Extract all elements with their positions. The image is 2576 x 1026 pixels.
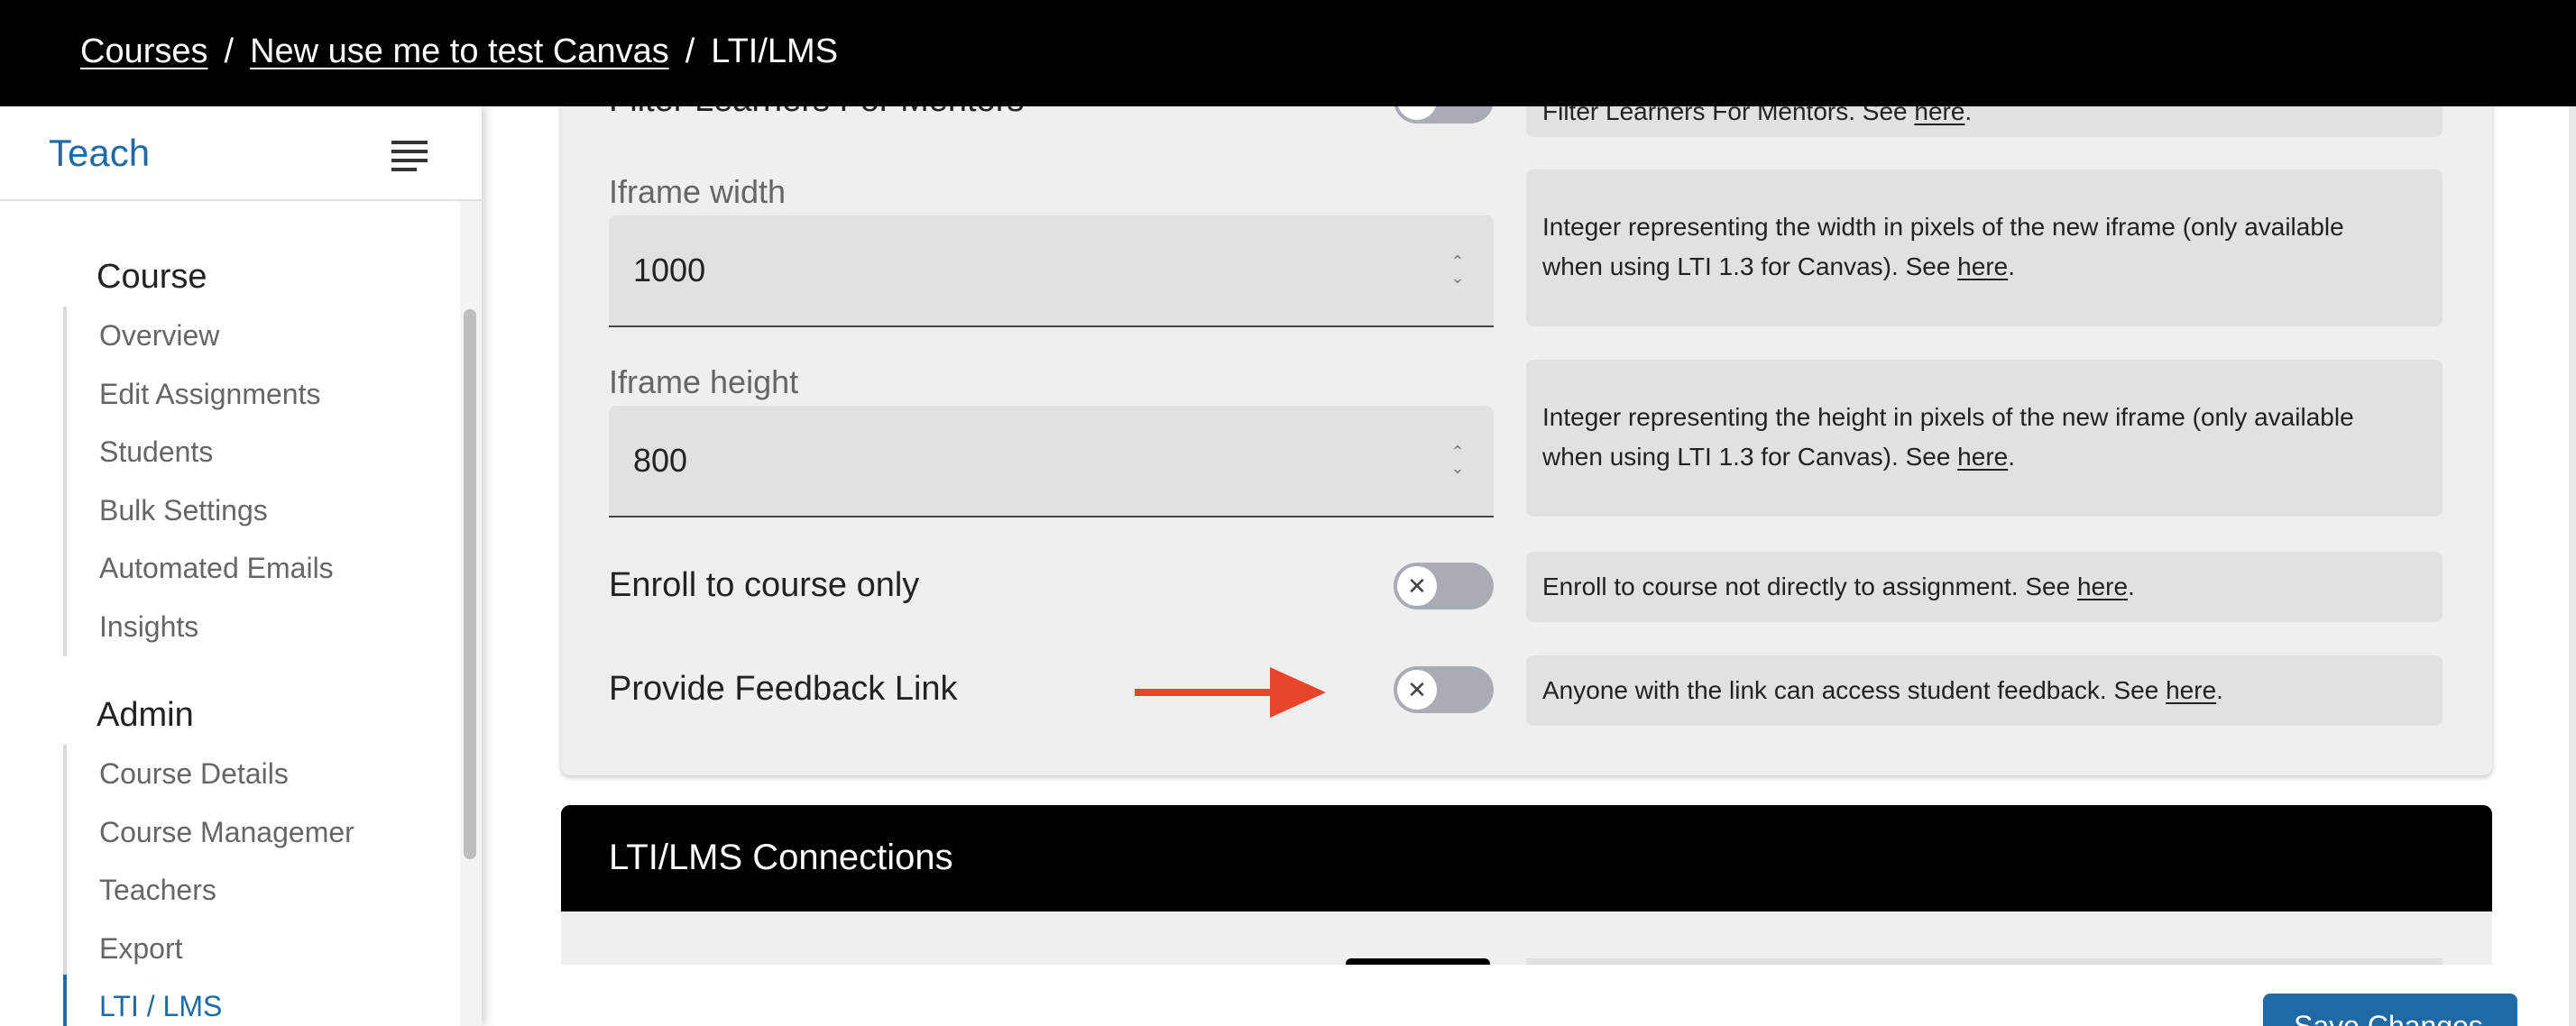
enroll-course-only-toggle[interactable]: ✕	[1394, 563, 1494, 609]
nav-group-admin: Course Details Course Managemer Teachers…	[63, 745, 442, 1026]
breadcrumb: Courses / New use me to test Canvas / LTI/LM…	[80, 32, 838, 71]
feedback-link-help: Anyone with the link can access student …	[1526, 655, 2443, 726]
iframe-width-value[interactable]: 1000	[633, 252, 705, 289]
help-text: when using LTI 1.3 for Canvas). See	[1542, 443, 1951, 471]
up-down-chevron-icon[interactable]: ⌃ ⌄	[1449, 253, 1467, 286]
sidebar-scrollbar[interactable]	[460, 201, 482, 1026]
nav-group-course: Overview Edit Assignments Students Bulk …	[63, 307, 442, 656]
iframe-width-input[interactable]: 1000 ⌃ ⌄	[609, 215, 1494, 327]
iframe-height-value[interactable]: 800	[633, 442, 687, 480]
sidebar-item-export[interactable]: Export	[67, 920, 442, 978]
enroll-course-only-label: Enroll to course only	[609, 566, 920, 604]
sidebar-title[interactable]: Teach	[49, 132, 150, 175]
iframe-height-input[interactable]: 800 ⌃ ⌄	[609, 406, 1494, 518]
red-arrow-icon	[1135, 667, 1326, 718]
sidebar-item-automated-emails[interactable]: Automated Emails	[67, 539, 442, 598]
sidebar-item-insights[interactable]: Insights	[67, 598, 442, 656]
sidebar-item-students[interactable]: Students	[67, 423, 442, 481]
top-bar: Courses / New use me to test Canvas / LTI/LM…	[0, 0, 2576, 106]
iframe-height-label: Iframe height	[609, 363, 799, 400]
iframe-height-help: Integer representing the height in pixel…	[1526, 360, 2443, 517]
sidebar-item-lti-lms[interactable]: LTI / LMS	[67, 977, 442, 1026]
section-title-admin: Admin	[97, 696, 194, 734]
feedback-link-toggle[interactable]: ✕	[1394, 666, 1494, 713]
breadcrumb-course[interactable]: New use me to test Canvas	[250, 32, 669, 70]
sidebar-header: Teach	[0, 106, 482, 201]
enroll-course-only-help: Enroll to course not directly to assignm…	[1526, 552, 2443, 622]
breadcrumb-courses[interactable]: Courses	[80, 32, 208, 70]
iframe-width-help: Integer representing the width in pixels…	[1526, 169, 2443, 326]
save-changes-button[interactable]: Save Changes	[2263, 994, 2517, 1026]
section-title-course: Course	[97, 258, 207, 296]
bottom-bar	[482, 965, 2576, 1026]
sidebar-item-course-management[interactable]: Course Managemer	[67, 803, 442, 862]
sidebar-scroll-thumb[interactable]	[464, 309, 476, 859]
lti-connections-header: LTI/LMS Connections	[561, 805, 2492, 911]
sidebar-item-overview[interactable]: Overview	[67, 307, 442, 365]
breadcrumb-separator: /	[224, 32, 235, 70]
iframe-width-help-link[interactable]: here	[1957, 252, 2008, 280]
iframe-height-help-link[interactable]: here	[1957, 443, 2008, 471]
page-scrollbar[interactable]	[2569, 106, 2576, 1026]
help-text: Integer representing the height in pixel…	[1542, 403, 2354, 431]
menu-lines-icon[interactable]	[391, 141, 428, 171]
sidebar-item-course-details[interactable]: Course Details	[67, 745, 442, 803]
feedback-link-help-link[interactable]: here	[2166, 676, 2216, 704]
sidebar-item-bulk-settings[interactable]: Bulk Settings	[67, 481, 442, 540]
help-text: Enroll to course not directly to assignm…	[1542, 573, 2071, 600]
help-text: Integer representing the width in pixels…	[1542, 213, 2344, 241]
help-text: Anyone with the link can access student …	[1542, 676, 2159, 704]
sidebar-item-teachers[interactable]: Teachers	[67, 861, 442, 920]
help-text: when using LTI 1.3 for Canvas). See	[1542, 252, 1951, 280]
up-down-chevron-icon[interactable]: ⌃ ⌄	[1449, 444, 1467, 476]
lti-connections-body	[561, 911, 2492, 966]
enroll-course-only-help-link[interactable]: here	[2077, 573, 2128, 600]
feedback-link-label: Provide Feedback Link	[609, 670, 958, 708]
close-x-icon: ✕	[1397, 670, 1437, 710]
iframe-width-label: Iframe width	[609, 173, 787, 210]
sidebar-item-edit-assignments[interactable]: Edit Assignments	[67, 365, 442, 424]
sidebar: Teach Course Overview Edit Assignments S…	[0, 106, 482, 1026]
close-x-icon: ✕	[1397, 566, 1437, 606]
breadcrumb-separator: /	[685, 32, 695, 70]
active-indicator	[63, 975, 67, 1026]
breadcrumb-current: LTI/LMS	[711, 32, 839, 70]
lti-connections-title: LTI/LMS Connections	[609, 838, 953, 877]
